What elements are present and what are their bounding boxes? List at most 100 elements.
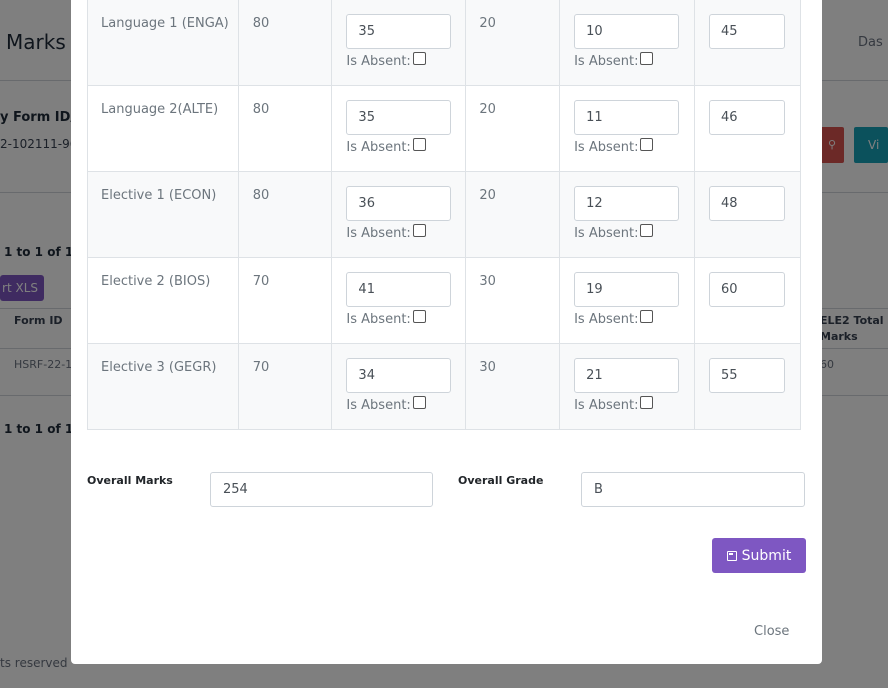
theory-absent-checkbox[interactable]: [412, 138, 426, 151]
practical-input[interactable]: 10: [574, 14, 680, 49]
marks-row: Elective 2 (BIOS) 70 41 Is Absent: 30 19 Is Ab…: [87, 257, 801, 344]
max-practical-cell: 30: [465, 257, 561, 344]
absent-label: Is Absent:: [346, 140, 411, 155]
practical-input[interactable]: 21: [574, 358, 680, 393]
overall-grade-input[interactable]: B: [581, 472, 805, 507]
total-input[interactable]: 55: [709, 358, 786, 393]
max-theory-cell: 70: [237, 343, 333, 430]
submit-label: Submit: [741, 547, 792, 564]
absent-label: Is Absent:: [574, 398, 639, 413]
theory-absent-checkbox[interactable]: [412, 224, 426, 237]
total-cell: 45: [694, 0, 801, 86]
practical-absent: Is Absent:: [574, 396, 694, 413]
theory-absent-checkbox[interactable]: [412, 310, 426, 323]
max-practical-value: 20: [479, 102, 496, 117]
practical-absent: Is Absent:: [574, 52, 694, 69]
theory-absent: Is Absent:: [346, 52, 465, 69]
practical-absent-checkbox[interactable]: [640, 138, 654, 151]
practical-absent-checkbox[interactable]: [640, 224, 654, 237]
max-theory-cell: 80: [237, 0, 333, 86]
practical-absent: Is Absent:: [574, 310, 694, 327]
practical-cell: 21 Is Absent:: [559, 343, 696, 430]
marks-row: Language 2(ALTE) 80 35 Is Absent: 20 11 Is Abs…: [87, 85, 801, 172]
marks-table: Language 1 (ENGA) 80 35 Is Absent: 20 10 Is Ab…: [87, 0, 801, 430]
subject-cell: Elective 2 (BIOS): [87, 257, 239, 344]
max-practical-value: 30: [479, 274, 496, 289]
save-icon: [726, 550, 737, 561]
subject-cell: Elective 1 (ECON): [87, 171, 239, 258]
total-cell: 48: [694, 171, 801, 258]
absent-label: Is Absent:: [574, 226, 639, 241]
total-cell: 60: [694, 257, 801, 344]
marks-modal: Language 1 (ENGA) 80 35 Is Absent: 20 10 Is Ab…: [71, 0, 822, 664]
practical-absent-checkbox[interactable]: [640, 310, 654, 323]
absent-label: Is Absent:: [574, 54, 639, 69]
theory-cell: 35 Is Absent:: [331, 85, 467, 172]
max-practical-cell: 20: [465, 85, 561, 172]
subject-name: Elective 2 (BIOS): [101, 274, 211, 289]
practical-absent-checkbox[interactable]: [640, 52, 654, 65]
overall-grade-label: Overall Grade: [458, 474, 544, 487]
absent-label: Is Absent:: [574, 312, 639, 327]
theory-input[interactable]: 36: [346, 186, 452, 221]
theory-absent: Is Absent:: [346, 396, 465, 413]
practical-absent: Is Absent:: [574, 138, 694, 155]
practical-cell: 12 Is Absent:: [559, 171, 696, 258]
absent-label: Is Absent:: [346, 226, 411, 241]
theory-input[interactable]: 34: [346, 358, 452, 393]
theory-cell: 36 Is Absent:: [331, 171, 467, 258]
theory-input[interactable]: 35: [346, 14, 452, 49]
theory-input[interactable]: 35: [346, 100, 452, 135]
total-input[interactable]: 48: [709, 186, 786, 221]
theory-absent: Is Absent:: [346, 224, 465, 241]
theory-absent-checkbox[interactable]: [412, 396, 426, 409]
subject-name: Language 2(ALTE): [101, 102, 219, 117]
practical-input[interactable]: 12: [574, 186, 680, 221]
practical-cell: 11 Is Absent:: [559, 85, 696, 172]
marks-row: Language 1 (ENGA) 80 35 Is Absent: 20 10 Is Ab…: [87, 0, 801, 86]
practical-cell: 19 Is Absent:: [559, 257, 696, 344]
subject-name: Language 1 (ENGA): [101, 16, 229, 31]
max-practical-value: 20: [479, 16, 496, 31]
total-cell: 46: [694, 85, 801, 172]
total-input[interactable]: 46: [709, 100, 786, 135]
absent-label: Is Absent:: [346, 398, 411, 413]
max-practical-value: 20: [479, 188, 496, 203]
absent-label: Is Absent:: [346, 312, 411, 327]
total-input[interactable]: 45: [709, 14, 786, 49]
subject-cell: Language 2(ALTE): [87, 85, 239, 172]
theory-absent: Is Absent:: [346, 310, 465, 327]
subject-cell: Elective 3 (GEGR): [87, 343, 239, 430]
max-practical-cell: 20: [465, 171, 561, 258]
max-practical-cell: 20: [465, 0, 561, 86]
max-practical-cell: 30: [465, 343, 561, 430]
subject-name: Elective 1 (ECON): [101, 188, 217, 203]
submit-button[interactable]: Submit: [712, 538, 806, 573]
theory-input[interactable]: 41: [346, 272, 452, 307]
theory-cell: 41 Is Absent:: [331, 257, 467, 344]
practical-absent: Is Absent:: [574, 224, 694, 241]
absent-label: Is Absent:: [574, 140, 639, 155]
marks-row: Elective 3 (GEGR) 70 34 Is Absent: 30 21 Is Ab…: [87, 343, 801, 430]
max-practical-value: 30: [479, 360, 496, 375]
total-cell: 55: [694, 343, 801, 430]
close-button[interactable]: Close: [754, 624, 789, 639]
practical-absent-checkbox[interactable]: [640, 396, 654, 409]
max-theory-value: 80: [252, 16, 270, 31]
practical-input[interactable]: 19: [574, 272, 680, 307]
max-theory-cell: 80: [237, 85, 333, 172]
overall-marks-label: Overall Marks: [87, 474, 173, 487]
theory-cell: 35 Is Absent:: [331, 0, 467, 86]
overall-marks-input[interactable]: 254: [210, 472, 433, 507]
theory-absent-checkbox[interactable]: [412, 52, 426, 65]
max-theory-value: 70: [252, 274, 270, 289]
subject-cell: Language 1 (ENGA): [87, 0, 239, 86]
max-theory-cell: 70: [237, 257, 333, 344]
theory-absent: Is Absent:: [346, 138, 465, 155]
total-input[interactable]: 60: [709, 272, 786, 307]
max-theory-value: 70: [252, 360, 270, 375]
max-theory-value: 80: [252, 102, 270, 117]
practical-input[interactable]: 11: [574, 100, 680, 135]
max-theory-cell: 80: [237, 171, 333, 258]
marks-row: Elective 1 (ECON) 80 36 Is Absent: 20 12 Is Ab…: [87, 171, 801, 258]
